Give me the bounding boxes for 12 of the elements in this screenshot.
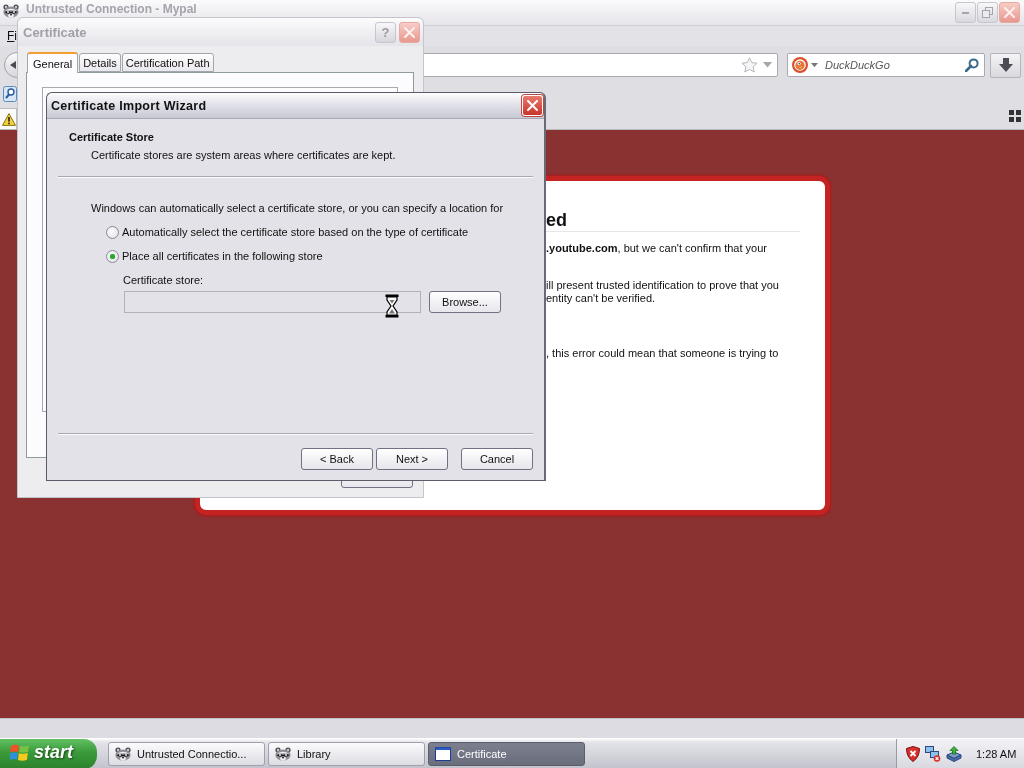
error-paragraph: ill present trusted identification to prove that you entity can't be verified. (546, 279, 780, 305)
section-description: Certificate stores are system areas where certificates are kept. (91, 148, 396, 162)
dialog-title: Certificate (23, 24, 88, 40)
error-paragraph: .youtube.com, but we can't confirm that your (546, 242, 768, 255)
section-title: Certificate Store (69, 130, 154, 144)
instruction-text: Windows can automatically select a certificate store, or you can specify a location for (91, 201, 504, 215)
window-title: Untrusted Connection - Mypal (26, 3, 198, 16)
wizard-title: Certificate Import Wizard (51, 98, 208, 113)
error-paragraph: , this error could mean that someone is trying to (546, 347, 780, 360)
error-heading: ed (546, 210, 568, 230)
field-label: Certificate store: (123, 273, 204, 287)
clock: 1:28 AM (976, 747, 1017, 760)
